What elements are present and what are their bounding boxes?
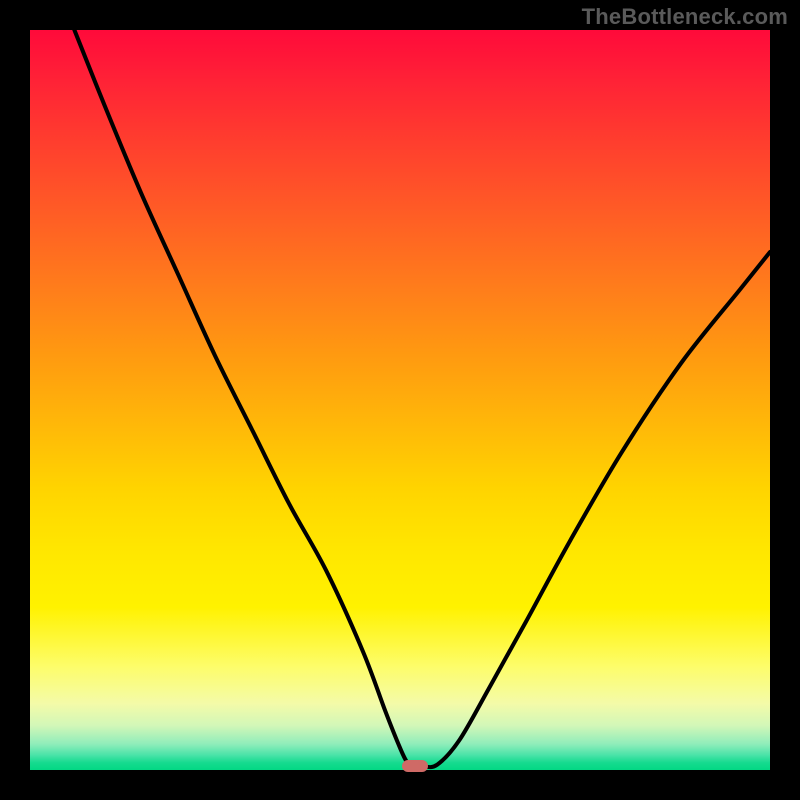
curve-svg: [30, 30, 770, 770]
optimal-point-marker: [402, 760, 428, 772]
plot-area: [30, 30, 770, 770]
chart-frame: TheBottleneck.com: [0, 0, 800, 800]
watermark-text: TheBottleneck.com: [582, 4, 788, 30]
bottleneck-curve-path: [74, 30, 770, 767]
